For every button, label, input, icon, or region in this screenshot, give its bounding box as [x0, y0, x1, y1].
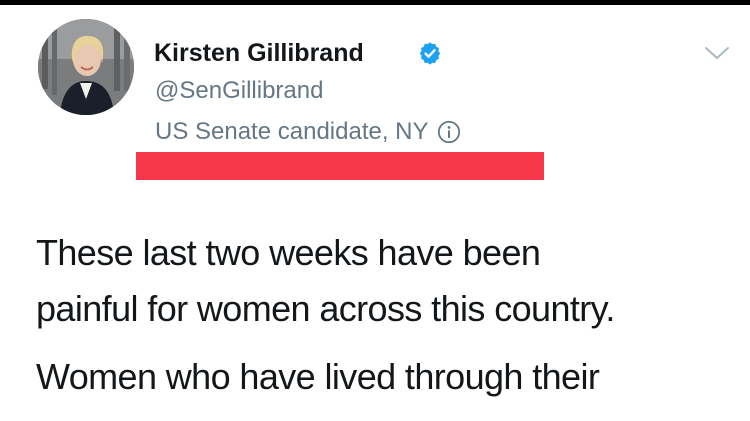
verified-badge-icon: [419, 42, 441, 65]
author-handle[interactable]: @SenGillibrand: [155, 76, 323, 106]
tweet-line: painful for women across this country.: [36, 288, 615, 329]
avatar-photo: [38, 19, 134, 115]
tweet-line: These last two weeks have been: [36, 232, 541, 273]
tweet-text: These last two weeks have been painful f…: [36, 225, 741, 405]
account-label[interactable]: US Senate candidate, NY: [155, 117, 461, 147]
top-border: [0, 0, 750, 5]
info-icon[interactable]: [437, 120, 461, 144]
tweet-line: Women who have lived through their: [36, 356, 600, 397]
highlight-bar: [136, 152, 544, 180]
chevron-down-icon[interactable]: [704, 45, 730, 61]
avatar[interactable]: [38, 19, 134, 115]
account-label-text: US Senate candidate, NY: [155, 118, 429, 145]
author-display-name[interactable]: Kirsten Gillibrand: [154, 38, 364, 68]
